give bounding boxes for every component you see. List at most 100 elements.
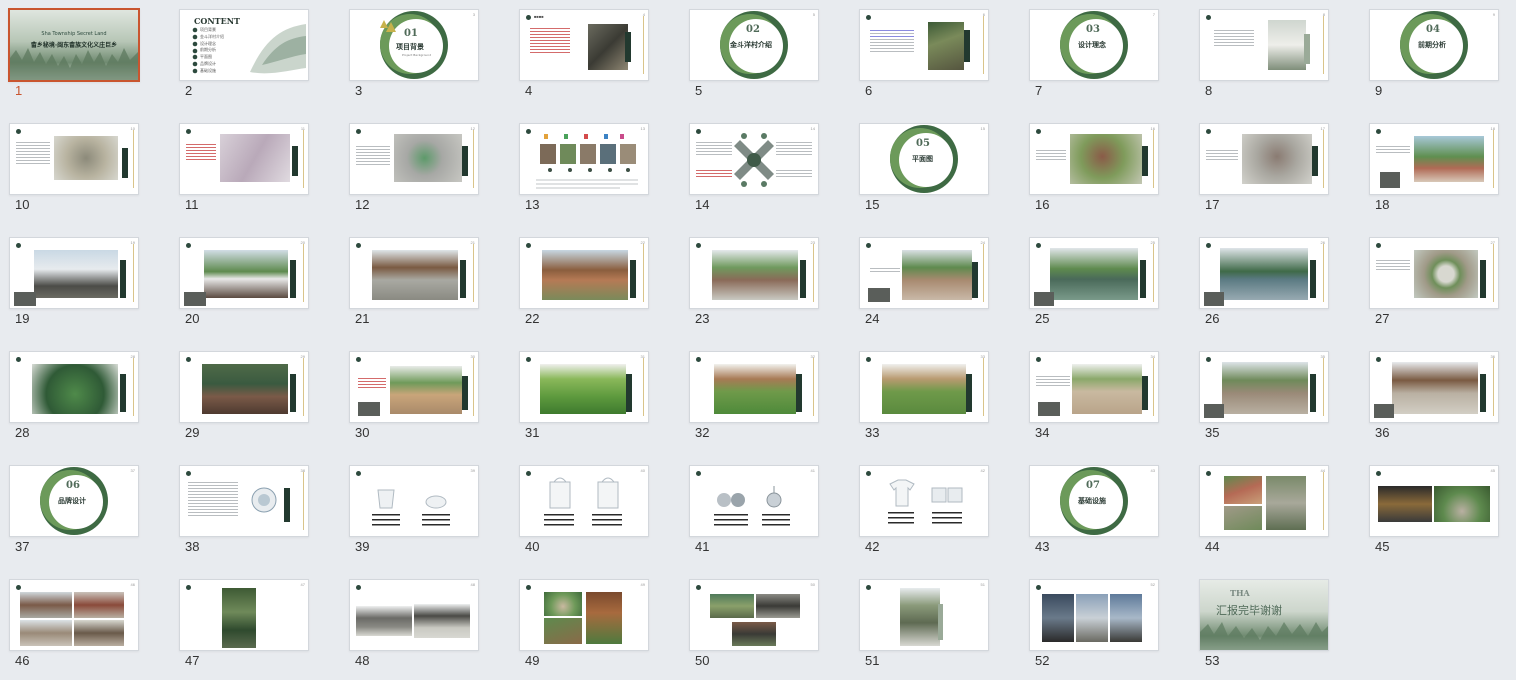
slide-number: 40 (525, 539, 540, 554)
slide-preview: 18 (1369, 123, 1499, 195)
slide-thumb-10[interactable]: 10 10 (9, 123, 139, 215)
slide-thumb-47[interactable]: 47 47 (179, 579, 309, 671)
slide-thumb-12[interactable]: 12 12 (349, 123, 479, 215)
slide-preview: 50 (689, 579, 819, 651)
slide-thumb-24[interactable]: 24 24 (859, 237, 989, 329)
slide-thumb-53[interactable]: THA 汇报完毕谢谢 53 (1199, 579, 1329, 671)
slide-preview: 25 (1029, 237, 1159, 309)
slide-thumb-16[interactable]: 16 16 (1029, 123, 1159, 215)
slide-thumb-29[interactable]: 29 29 (179, 351, 309, 443)
slide-thumb-28[interactable]: 28 28 (9, 351, 139, 443)
slide-thumb-48[interactable]: 48 48 (349, 579, 479, 671)
slide-number: 7 (1035, 83, 1043, 98)
slide-thumb-25[interactable]: 25 25 (1029, 237, 1159, 329)
slide-thumb-35[interactable]: 35 35 (1199, 351, 1329, 443)
slide-number: 44 (1205, 539, 1220, 554)
slide-thumb-49[interactable]: 49 49 (519, 579, 649, 671)
slide-preview: 8 (1199, 9, 1329, 81)
slide-thumb-17[interactable]: 17 17 (1199, 123, 1329, 215)
slide-thumb-51[interactable]: 51 51 (859, 579, 989, 671)
section-number: 01 (404, 28, 418, 39)
slide-preview: 40 (519, 465, 649, 537)
slide-thumb-38[interactable]: 38 38 (179, 465, 309, 557)
badge-keychain-icon (714, 486, 790, 526)
slide-thumb-19[interactable]: 19 19 (9, 237, 139, 329)
slide-preview: 51 (859, 579, 989, 651)
slide-number: 43 (1035, 539, 1050, 554)
slide-thumb-43[interactable]: 07 基础设施 43 43 (1029, 465, 1159, 557)
slide-number: 30 (355, 425, 370, 440)
slide-thumb-20[interactable]: 20 20 (179, 237, 309, 329)
slide-thumb-42[interactable]: 42 42 (859, 465, 989, 557)
slide-thumb-9[interactable]: 04 前期分析 9 9 (1369, 9, 1499, 101)
slide-thumb-4[interactable]: ■■■■ 4 4 (519, 9, 649, 101)
slide-thumb-7[interactable]: 03 设计理念 7 7 (1029, 9, 1159, 101)
slide-preview: 17 (1199, 123, 1329, 195)
slide-preview: 04 前期分析 9 (1369, 9, 1499, 81)
slide-preview: 33 (859, 351, 989, 423)
slide-preview: 48 (349, 579, 479, 651)
slide-thumb-18[interactable]: 18 18 (1369, 123, 1499, 215)
slide-thumb-46[interactable]: 46 46 (9, 579, 139, 671)
slide-preview: 30 (349, 351, 479, 423)
slide-preview: 10 (9, 123, 139, 195)
slide-thumb-23[interactable]: 23 23 (689, 237, 819, 329)
slide-thumb-44[interactable]: 44 44 (1199, 465, 1329, 557)
slide-thumb-40[interactable]: 40 40 (519, 465, 649, 557)
slide-thumb-36[interactable]: 36 36 (1369, 351, 1499, 443)
slide-number: 51 (865, 653, 880, 668)
slide-thumb-5[interactable]: 02 金斗洋村介绍 5 5 (689, 9, 819, 101)
slide-thumb-39[interactable]: 39 39 (349, 465, 479, 557)
slide-thumb-21[interactable]: 21 21 (349, 237, 479, 329)
slide-thumb-52[interactable]: 52 52 (1029, 579, 1159, 671)
slide-number: 19 (15, 311, 30, 326)
slide-number: 53 (1205, 653, 1220, 668)
section-title: 品牌设计 (58, 497, 86, 505)
slide-thumb-2[interactable]: CONTENT 项目背景 金斗洋村介绍 设计理念 前期分析 平面图 品牌设计 基… (179, 9, 309, 101)
slide-thumb-33[interactable]: 33 33 (859, 351, 989, 443)
section-title: 设计理念 (1078, 41, 1106, 49)
slide-thumb-30[interactable]: 30 30 (349, 351, 479, 443)
slide-thumb-22[interactable]: 22 22 (519, 237, 649, 329)
slide-thumb-34[interactable]: 34 34 (1029, 351, 1159, 443)
slide-preview: 23 (689, 237, 819, 309)
slide-thumb-41[interactable]: 41 41 (689, 465, 819, 557)
slide-preview: 38 (179, 465, 309, 537)
slide-thumb-6[interactable]: 6 6 (859, 9, 989, 101)
section-title: 基础设施 (1078, 497, 1106, 505)
slide-number: 42 (865, 539, 880, 554)
slide-thumb-37[interactable]: 06 品牌设计 37 37 (9, 465, 139, 557)
slide-preview: 02 金斗洋村介绍 5 (689, 9, 819, 81)
slide-preview: 11 (179, 123, 309, 195)
slide-thumb-26[interactable]: 26 26 (1199, 237, 1329, 329)
slide-number: 41 (695, 539, 710, 554)
slide-preview: ■■■■ 4 (519, 9, 649, 81)
slide-thumb-50[interactable]: 50 50 (689, 579, 819, 671)
ending-text: 汇报完毕谢谢 (1216, 604, 1282, 617)
slide-thumb-27[interactable]: 27 27 (1369, 237, 1499, 329)
slide-thumb-32[interactable]: 32 32 (689, 351, 819, 443)
slide-number: 36 (1375, 425, 1390, 440)
slide-thumb-13[interactable]: 13 13 (519, 123, 649, 215)
slide-thumb-3[interactable]: 01 项目背景 Project Background 3 3 (349, 9, 479, 101)
slide-thumb-15[interactable]: 05 平面图 15 15 (859, 123, 989, 215)
slide-number: 27 (1375, 311, 1390, 326)
slide-preview: 13 (519, 123, 649, 195)
slide-preview: Sha Township Secret Land 畲乡秘境·闽东畲族文化义庄巨乡 (8, 8, 140, 82)
slide-preview: 20 (179, 237, 309, 309)
slide-number: 25 (1035, 311, 1050, 326)
section-title: 项目背景 (396, 43, 424, 51)
slide-thumb-31[interactable]: 31 31 (519, 351, 649, 443)
slide-preview: 29 (179, 351, 309, 423)
slide-thumb-8[interactable]: 8 8 (1199, 9, 1329, 101)
slide-preview: 45 (1369, 465, 1499, 537)
slide-thumb-14[interactable]: 14 14 (689, 123, 819, 215)
slide-preview: 31 (519, 351, 649, 423)
slide-preview: 22 (519, 237, 649, 309)
slide-thumb-45[interactable]: 45 45 (1369, 465, 1499, 557)
slide-preview: 42 (859, 465, 989, 537)
slide-thumb-11[interactable]: 11 11 (179, 123, 309, 215)
slide-number: 14 (695, 197, 710, 212)
slide-number: 33 (865, 425, 880, 440)
slide-thumb-1[interactable]: Sha Township Secret Land 畲乡秘境·闽东畲族文化义庄巨乡… (8, 8, 140, 101)
